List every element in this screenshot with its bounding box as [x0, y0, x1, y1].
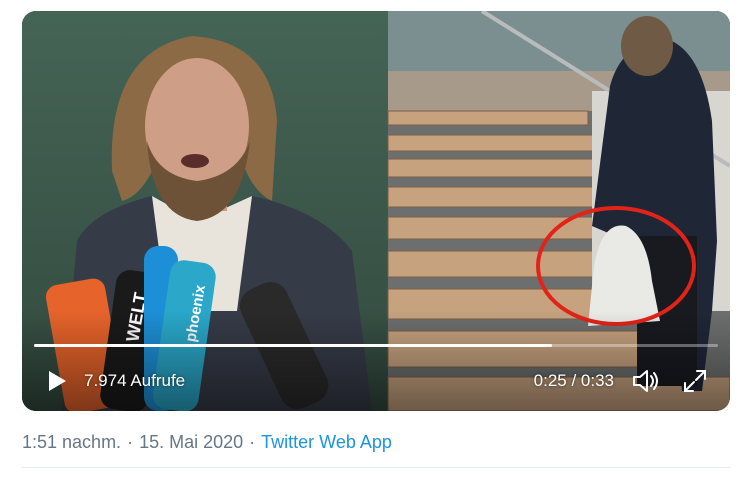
view-count: 7.974 Aufrufe [84, 371, 186, 390]
play-button[interactable] [42, 366, 72, 396]
fullscreen-button[interactable] [678, 364, 712, 398]
tweet-source-link[interactable]: Twitter Web App [261, 432, 392, 453]
time-display: 0:25 / 0:33 [533, 371, 614, 390]
volume-button[interactable] [630, 364, 664, 398]
tweet-meta: 1:51 nachm. · 15. Mai 2020 · Twitter Web… [22, 432, 392, 453]
fullscreen-icon [684, 370, 706, 392]
meta-separator: · [127, 432, 134, 452]
progress-bar[interactable] [34, 344, 718, 347]
tweet-time[interactable]: 1:51 nachm. [22, 432, 121, 453]
volume-icon [633, 370, 658, 392]
progress-fill [34, 344, 552, 347]
divider [22, 467, 730, 468]
video-player[interactable]: WELT phoenix [22, 11, 730, 411]
play-icon [49, 371, 66, 391]
video-controls: 7.974 Aufrufe 0:25 / 0:33 [22, 351, 730, 411]
meta-separator-2: · [249, 432, 256, 452]
tweet-date[interactable]: 15. Mai 2020 [139, 432, 243, 453]
